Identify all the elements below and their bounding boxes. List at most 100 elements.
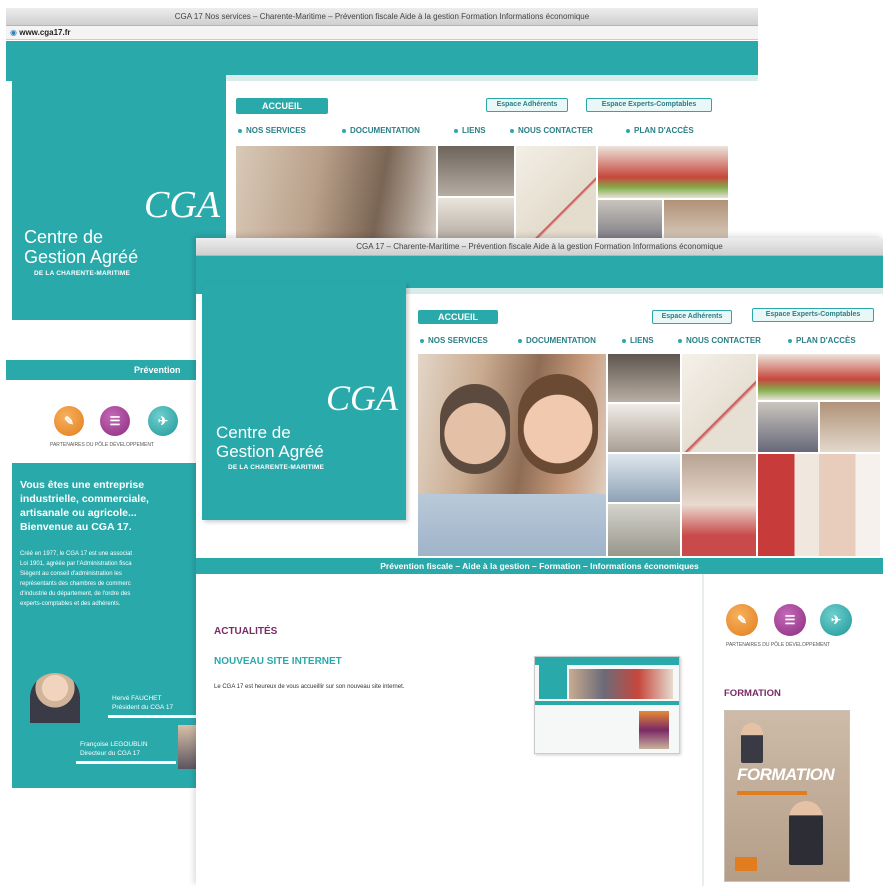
bullet-icon	[420, 338, 424, 343]
back-address-bar[interactable]: ◉ www.cga17.fr	[6, 26, 758, 40]
front-header-gray-strip	[406, 288, 883, 294]
news-text: Le CGA 17 est heureux de vous accueillir…	[214, 684, 405, 690]
globe-icon: ◉	[10, 28, 17, 37]
formation-poster[interactable]: FORMATION	[724, 710, 850, 882]
logo-cga-mark: CGA	[144, 184, 220, 226]
front-nav-services[interactable]: NOS SERVICES	[420, 336, 488, 345]
bullet-icon	[510, 128, 514, 133]
front-partner-label: PARTENAIRES DU PÔLE DÉVELOPPEMENT	[726, 642, 831, 648]
welcome-heading-4: Bienvenue au CGA 17.	[20, 521, 132, 533]
welcome-body-2: Loi 1901, agréée par l'Administration fi…	[20, 561, 132, 567]
back-photo-pen	[516, 146, 596, 250]
back-experts-button[interactable]: Espace Experts-Comptables	[586, 98, 712, 112]
front-adherents-button[interactable]: Espace Adhérents	[652, 310, 732, 324]
back-nav-plan[interactable]: PLAN D'ACCÈS	[626, 126, 694, 135]
back-nav-documentation[interactable]: DOCUMENTATION	[342, 126, 420, 135]
front-photo-cup	[608, 404, 680, 452]
front-nav-plan[interactable]: PLAN D'ACCÈS	[788, 336, 856, 345]
president-role: Président du CGA 17	[112, 704, 174, 711]
bullet-icon	[678, 338, 682, 343]
back-nav-liens[interactable]: LIENS	[454, 126, 486, 135]
logo-line-1: Centre de	[216, 423, 291, 442]
bullet-icon	[238, 128, 242, 133]
poster-title: FORMATION	[737, 765, 835, 784]
back-header-gray-strip	[226, 75, 758, 81]
back-logo-block: CGA Centre de Gestion Agréé DE LA CHAREN…	[12, 68, 226, 320]
front-photo-hands	[820, 402, 880, 452]
back-partner-teal-icon[interactable]: ✈	[148, 406, 178, 436]
photo-face-woman	[518, 374, 598, 474]
back-nav-contact[interactable]: NOUS CONTACTER	[510, 126, 593, 135]
front-photo-shop	[758, 454, 880, 556]
front-browser-window: CGA 17 – Charente-Maritime – Prévention …	[196, 238, 883, 886]
president-name: Hervé FAUCHET	[112, 695, 162, 702]
welcome-body-1: Créé en 1977, le CGA 17 est une associat	[20, 551, 133, 557]
director-name: Françoise LEGOUBLIN	[80, 741, 148, 748]
welcome-heading-3: artisanale ou agricole...	[20, 507, 137, 519]
back-nav-services[interactable]: NOS SERVICES	[238, 126, 306, 135]
front-logo-block: CGA Centre de Gestion Agréé DE LA CHAREN…	[202, 282, 406, 520]
news-section-title: ACTUALITÉS	[214, 626, 278, 637]
bullet-icon	[518, 338, 522, 343]
welcome-body-3: Siègent au conseil d'administration les	[20, 571, 122, 577]
thumbnail-side	[639, 711, 669, 749]
director-role: Directeur du CGA 17	[80, 750, 140, 757]
poster-person-bottom	[789, 801, 823, 865]
front-window-title: CGA 17 – Charente-Maritime – Prévention …	[196, 238, 883, 256]
back-partner-label: PARTENAIRES DU PÔLE DÉVELOPPEMENT	[50, 442, 155, 448]
front-partner-orange-icon[interactable]: ✎	[726, 604, 758, 636]
logo-subtitle: DE LA CHARENTE-MARITIME	[228, 464, 325, 471]
front-tagline-band: Prévention fiscale – Aide à la gestion –…	[196, 558, 883, 574]
logo-line-1: Centre de	[24, 227, 104, 247]
back-adherents-button[interactable]: Espace Adhérents	[486, 98, 568, 112]
thumbnail-tagline	[535, 701, 679, 705]
front-photo-glasses	[608, 504, 680, 556]
front-photo-office	[758, 402, 818, 452]
back-photo-folders	[598, 146, 728, 198]
director-underline	[76, 761, 176, 764]
formation-section-title: FORMATION	[724, 688, 781, 699]
news-headline[interactable]: NOUVEAU SITE INTERNET	[214, 656, 342, 667]
back-welcome-panel: Vous êtes une entreprise industrielle, c…	[12, 463, 202, 788]
back-tagline-text: Prévention	[134, 365, 181, 375]
front-right-column-divider	[702, 574, 704, 886]
poster-person-top	[741, 723, 763, 763]
front-tagline-text: Prévention fiscale – Aide à la gestion –…	[380, 561, 699, 571]
front-partner-purple-icon[interactable]: ☰	[774, 604, 806, 636]
logo-line-2: Gestion Agréé	[216, 442, 324, 461]
front-photo-laptop	[608, 454, 680, 502]
president-underline	[108, 715, 198, 718]
front-nav-documentation[interactable]: DOCUMENTATION	[518, 336, 596, 345]
welcome-body-6: experts-comptables et des adhérents.	[20, 601, 121, 607]
front-photo-folders	[758, 354, 880, 400]
logo-line-2: Gestion Agréé	[24, 247, 139, 267]
welcome-body-5: d'industrie du département, de l'ordre d…	[20, 591, 131, 597]
welcome-heading-1: Vous êtes une entreprise	[20, 479, 145, 491]
news-thumbnail[interactable]	[534, 656, 680, 754]
photo-shirt	[418, 494, 606, 556]
logo-cga-mark: CGA	[326, 378, 398, 418]
back-window-title: CGA 17 Nos services – Charente-Maritime …	[6, 8, 758, 26]
poster-badge	[735, 857, 757, 871]
thumbnail-logo	[539, 663, 567, 699]
photo-face-man	[440, 384, 510, 474]
back-partner-purple-icon[interactable]: ☰	[100, 406, 130, 436]
back-partner-orange-icon[interactable]: ✎	[54, 406, 84, 436]
back-home-button[interactable]: ACCUEIL	[236, 98, 328, 114]
thumbnail-collage	[569, 669, 673, 699]
front-experts-button[interactable]: Espace Experts-Comptables	[752, 308, 874, 322]
welcome-body-4: représentants des chambres de commerc	[20, 581, 131, 587]
front-nav-liens[interactable]: LIENS	[622, 336, 654, 345]
front-partner-teal-icon[interactable]: ✈	[820, 604, 852, 636]
front-photo-couple	[682, 454, 756, 556]
welcome-heading-2: industrielle, commerciale,	[20, 493, 149, 505]
bullet-icon	[626, 128, 630, 133]
logo-subtitle: DE LA CHARENTE-MARITIME	[34, 270, 131, 277]
front-home-button[interactable]: ACCUEIL	[418, 310, 498, 324]
back-photo-people	[236, 146, 436, 250]
address-url: www.cga17.fr	[19, 28, 71, 37]
front-nav-contact[interactable]: NOUS CONTACTER	[678, 336, 761, 345]
bullet-icon	[342, 128, 346, 133]
bullet-icon	[622, 338, 626, 343]
front-photo-desk	[608, 354, 680, 402]
